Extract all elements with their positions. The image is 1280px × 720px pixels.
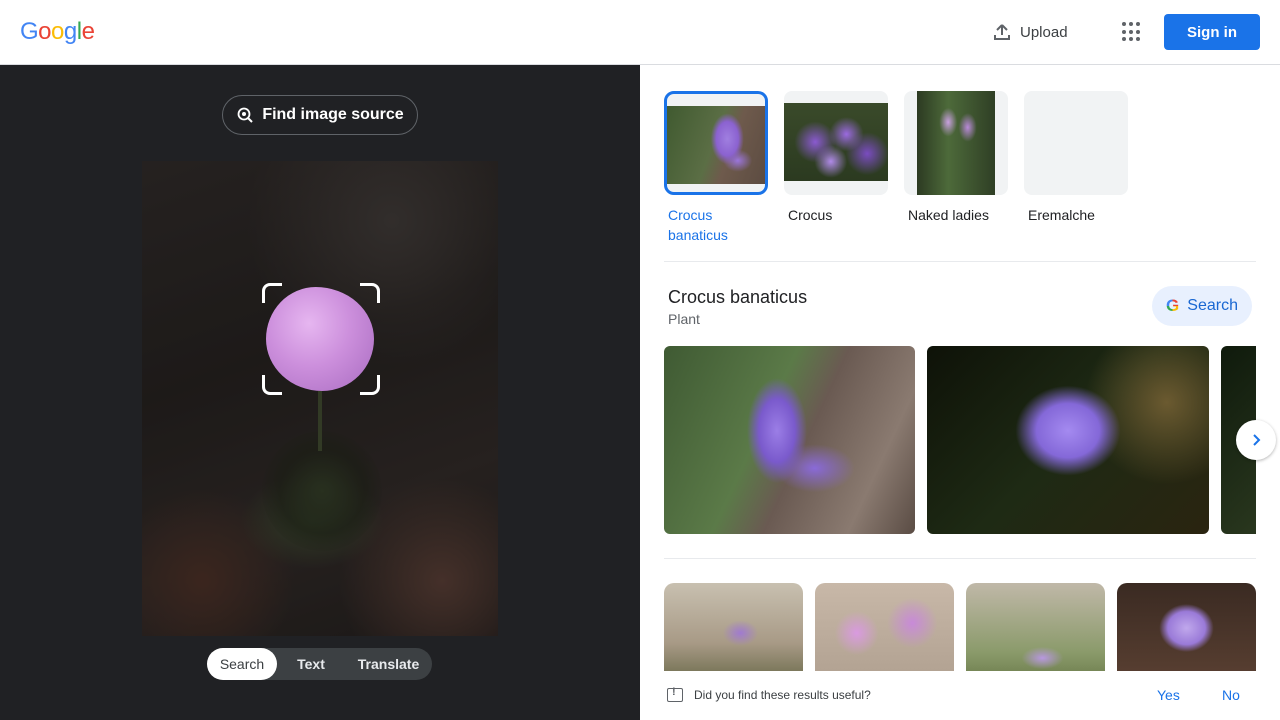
lens-mode-switcher: Search Text Translate [207, 648, 432, 680]
google-search-label: Search [1187, 297, 1238, 314]
google-g-icon: G [1166, 296, 1180, 315]
logo-letter: g [63, 18, 77, 45]
entity-chips: Crocus banaticus Crocus Naked ladies Ere… [664, 91, 1128, 245]
chip-thumbnail [904, 91, 1008, 195]
chip-crocus-banaticus[interactable]: Crocus banaticus [664, 91, 768, 245]
chip-crocus[interactable]: Crocus [784, 91, 888, 245]
chip-label: Crocus [788, 207, 833, 223]
entity-subtitle: Plant [668, 311, 700, 327]
google-search-button[interactable]: G Search [1152, 286, 1252, 326]
upload-icon [994, 24, 1010, 40]
results-panel: Crocus banaticus Crocus Naked ladies Ere… [640, 65, 1280, 720]
entity-image-carousel [664, 346, 1256, 534]
top-bar: Google Upload Sign in [0, 0, 1280, 65]
upload-label: Upload [1020, 23, 1068, 41]
chip-label: Naked ladies [908, 207, 989, 223]
find-image-source-button[interactable]: Find image source [222, 95, 418, 135]
carousel-image[interactable] [927, 346, 1209, 534]
crop-handle-top-right[interactable] [360, 283, 380, 303]
upload-button[interactable]: Upload [992, 18, 1068, 46]
feedback-yes-button[interactable]: Yes [1157, 687, 1180, 703]
crop-handle-bottom-left[interactable] [262, 375, 282, 395]
chip-eremalche[interactable]: Eremalche [1024, 91, 1128, 245]
feedback-icon [667, 686, 683, 702]
mode-translate-tab[interactable]: Translate [345, 648, 432, 680]
apps-grid-icon[interactable] [1120, 20, 1144, 44]
find-image-source-label: Find image source [262, 106, 404, 123]
visual-match-image[interactable] [966, 583, 1105, 671]
logo-letter: e [81, 18, 95, 45]
logo-letter: G [20, 18, 39, 45]
google-logo[interactable]: Google [20, 18, 95, 46]
divider [664, 261, 1256, 262]
visual-matches-grid [664, 583, 1256, 671]
carousel-next-button[interactable] [1236, 420, 1276, 460]
chip-thumbnail [784, 91, 888, 195]
query-image[interactable] [142, 161, 498, 636]
selected-flower [266, 287, 374, 391]
chip-thumbnail [664, 91, 768, 195]
carousel-image[interactable] [664, 346, 915, 534]
chip-naked-ladies[interactable]: Naked ladies [904, 91, 1008, 245]
feedback-no-button[interactable]: No [1222, 687, 1240, 703]
entity-title: Crocus banaticus [668, 287, 808, 307]
visual-match-image[interactable] [1117, 583, 1256, 671]
crop-handle-top-left[interactable] [262, 283, 282, 303]
lens-image-panel: Find image source Search Text Translate [0, 65, 640, 720]
chip-label: Eremalche [1028, 207, 1095, 223]
mode-search-tab[interactable]: Search [207, 648, 277, 680]
feedback-question: Did you find these results useful? [694, 688, 871, 702]
mode-text-tab[interactable]: Text [277, 648, 345, 680]
visual-match-image[interactable] [664, 583, 803, 671]
crop-handle-bottom-right[interactable] [360, 375, 380, 395]
chip-thumbnail [1024, 91, 1128, 195]
logo-letter: o [38, 18, 52, 45]
sign-in-button[interactable]: Sign in [1164, 14, 1260, 50]
lens-search-icon [237, 107, 254, 123]
chip-label: Crocus banaticus [668, 207, 728, 243]
divider [664, 558, 1256, 559]
visual-match-image[interactable] [815, 583, 954, 671]
logo-letter: o [51, 18, 64, 45]
feedback-bar: Did you find these results useful? Yes N… [640, 672, 1280, 720]
chevron-right-icon [1253, 434, 1261, 446]
